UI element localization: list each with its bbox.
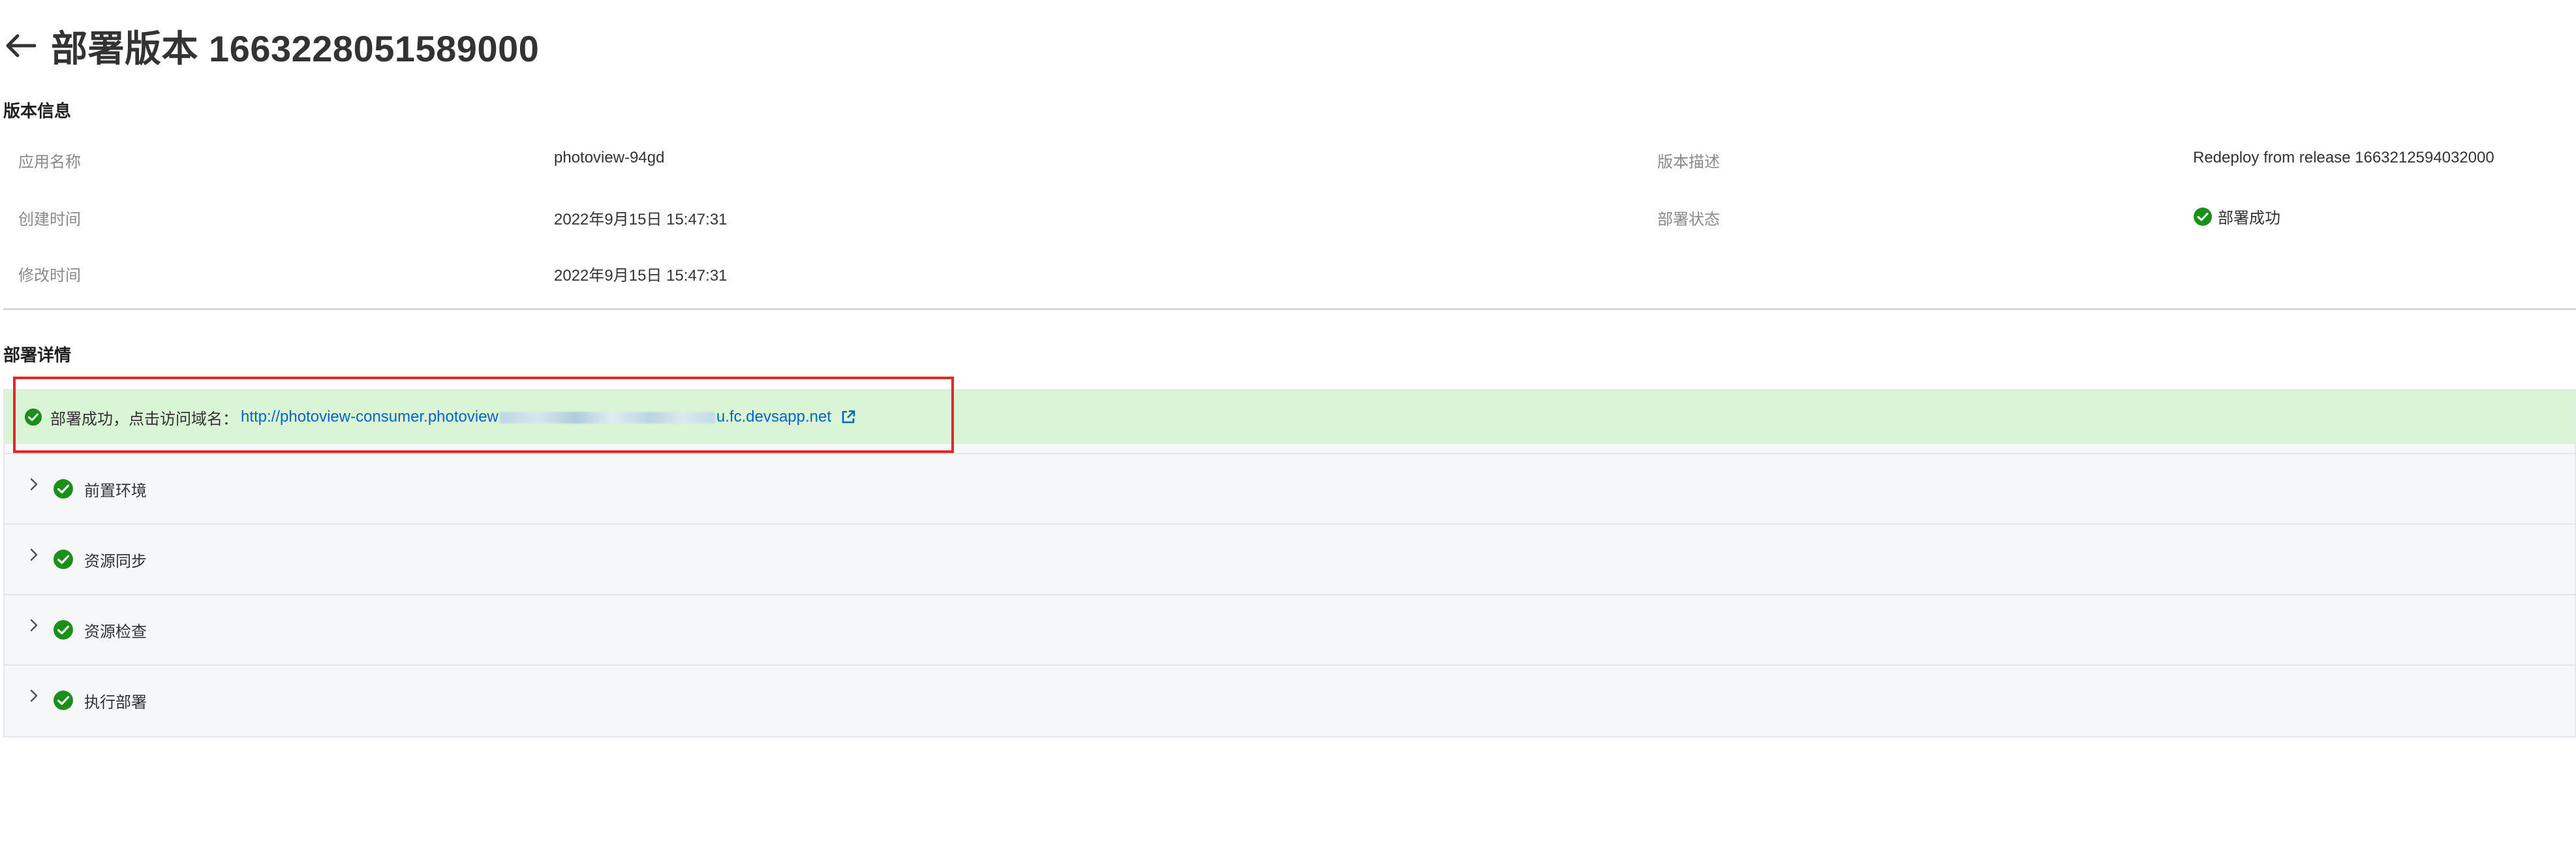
info-row-created: 创建时间 2022年9月15日 15:47:31 部署状态 部署成功 — [0, 206, 2576, 232]
page-title: 部署版本 1663228051589000 — [51, 27, 540, 69]
step-label: 资源检查 — [84, 623, 147, 641]
chevron-right-icon — [30, 619, 38, 632]
deploy-status-value: 部署成功 — [2193, 205, 2280, 228]
check-circle-icon — [54, 479, 73, 499]
step-row-resource-check[interactable]: 资源检查 — [5, 594, 2575, 664]
step-row-execute-deploy[interactable]: 执行部署 — [5, 664, 2575, 735]
deploy-status-text: 部署成功 — [2218, 210, 2280, 227]
step-label: 执行部署 — [84, 693, 147, 711]
modified-time-value: 2022年9月15日 15:47:31 — [554, 267, 728, 285]
info-row-modified: 修改时间 2022年9月15日 15:47:31 — [0, 262, 2576, 288]
link-suffix: u.fc.devsapp.net — [716, 408, 832, 426]
redacted-link-segment — [499, 411, 715, 424]
arrow-left-icon — [6, 34, 37, 57]
check-circle-icon — [54, 620, 73, 640]
version-info-title: 版本信息 — [3, 101, 72, 121]
deployment-version-page: 部署版本 1663228051589000 版本信息 应用名称 photovie… — [0, 0, 2576, 855]
step-row-pre-environment[interactable]: 前置环境 — [5, 453, 2575, 523]
deploy-success-text: 部署成功，点击访问域名： — [50, 410, 238, 428]
external-link-icon[interactable] — [840, 409, 856, 425]
check-circle-icon — [54, 691, 73, 710]
created-time-label: 创建时间 — [18, 211, 81, 228]
check-circle-icon — [24, 408, 42, 426]
step-label: 资源同步 — [84, 552, 147, 570]
check-circle-icon — [2194, 207, 2212, 226]
access-domain-link[interactable]: http://photoview-consumer.photoview u.fc.… — [241, 408, 831, 426]
modified-time-label: 修改时间 — [18, 267, 81, 285]
page-header: 部署版本 1663228051589000 — [0, 13, 539, 78]
app-name-label: 应用名称 — [18, 153, 81, 171]
chevron-right-icon — [30, 478, 38, 491]
deploy-details-panel: 部署成功，点击访问域名： http://photoview-consumer.p… — [3, 389, 2576, 738]
created-time-value: 2022年9月15日 15:47:31 — [554, 211, 728, 228]
step-row-resource-sync[interactable]: 资源同步 — [5, 523, 2575, 594]
back-button[interactable] — [0, 25, 42, 67]
app-name-value: photoview-94gd — [554, 149, 665, 166]
step-label: 前置环境 — [84, 482, 147, 500]
chevron-right-icon — [30, 548, 38, 561]
description-value: Redeploy from release 1663212594032000 — [2193, 149, 2494, 166]
check-circle-icon — [54, 550, 73, 569]
description-label: 版本描述 — [1657, 153, 1720, 171]
deploy-details-title: 部署详情 — [3, 345, 72, 365]
deploy-status-label: 部署状态 — [1657, 211, 1720, 228]
deploy-success-banner: 部署成功，点击访问域名： http://photoview-consumer.p… — [5, 390, 2575, 444]
section-divider — [3, 308, 2576, 310]
info-row-app-name: 应用名称 photoview-94gd 版本描述 Redeploy from r… — [0, 149, 2576, 175]
link-prefix: http://photoview-consumer.photoview — [241, 408, 498, 426]
chevron-right-icon — [30, 689, 38, 702]
